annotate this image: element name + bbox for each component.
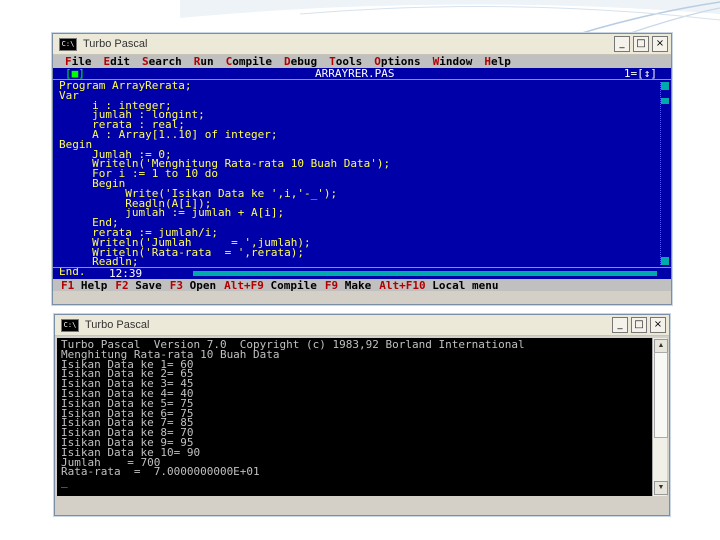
status-help[interactable]: F1 Help — [61, 279, 107, 292]
code-line: Writeln('Rata-rata = ',rerata); — [59, 245, 305, 259]
menu-run[interactable]: Run — [194, 55, 214, 68]
code-area[interactable]: Program ArrayRerata; Var i : integer; ju… — [59, 79, 657, 277]
console-vertical-scrollbar[interactable]: ▲ ▼ — [652, 338, 668, 496]
horizontal-scrollbar[interactable] — [193, 271, 657, 276]
status-make[interactable]: F9 Make — [325, 279, 371, 292]
editor-titlebar[interactable]: C:\ Turbo Pascal _ □ × — [53, 34, 671, 55]
editor-close-box[interactable]: [■] — [65, 68, 85, 79]
menu-search[interactable]: Search — [142, 55, 182, 68]
scroll-down-arrow-icon[interactable] — [661, 257, 669, 265]
status-compile[interactable]: Alt+F9 Compile — [224, 279, 317, 292]
menu-debug[interactable]: Debug — [284, 55, 317, 68]
code-line: Readln; — [59, 255, 139, 269]
editor-frame-bottom: 12:39 — [53, 267, 671, 279]
editor-window-title: Turbo Pascal — [83, 38, 148, 50]
status-local-menu[interactable]: Alt+F10 Local menu — [379, 279, 498, 292]
menu-edit[interactable]: Edit — [104, 55, 131, 68]
file-name: ARRAYRER.PAS — [313, 67, 397, 80]
cursor-position: 12:39 — [109, 267, 143, 280]
close-button[interactable]: × — [650, 317, 666, 333]
close-button[interactable]: × — [652, 36, 668, 52]
window-number[interactable]: 1=[↕] — [624, 68, 657, 79]
code-line: jumlah := jumlah + A[i]; — [59, 206, 285, 220]
menu-compile[interactable]: Compile — [226, 55, 272, 68]
minimize-button[interactable]: _ — [612, 317, 628, 333]
status-bar: F1 Help F2 Save F3 Open Alt+F9 Compile F… — [53, 279, 671, 292]
code-line: Program ArrayRerata; — [59, 79, 192, 92]
code-line: A : Array[1..10] of integer; — [59, 127, 278, 141]
status-open[interactable]: F3 Open — [170, 279, 216, 292]
output-titlebar[interactable]: C:\ Turbo Pascal _ □ × — [55, 315, 669, 336]
scroll-up-arrow-icon[interactable] — [661, 82, 669, 90]
console-line: Rata-rata = 7.0000000000E+01 — [61, 465, 260, 479]
scroll-up-arrow-icon[interactable]: ▲ — [654, 339, 668, 353]
editor-vertical-scrollbar[interactable] — [660, 82, 669, 265]
console-cursor: _ — [61, 475, 68, 489]
scroll-down-arrow-icon[interactable]: ▼ — [654, 481, 668, 495]
scroll-thumb[interactable] — [654, 352, 668, 438]
console-text: Turbo Pascal Version 7.0 Copyright (c) 1… — [61, 339, 651, 489]
status-save[interactable]: F2 Save — [115, 279, 161, 292]
code-line: For i := 1 to 10 do — [59, 167, 218, 181]
maximize-button[interactable]: □ — [631, 317, 647, 333]
editor-window: C:\ Turbo Pascal _ □ × File Edit Search … — [52, 33, 672, 305]
output-window: C:\ Turbo Pascal _ □ × Turbo Pascal Vers… — [54, 314, 670, 516]
output-window-title: Turbo Pascal — [85, 319, 150, 331]
code-editor[interactable]: [■] ARRAYRER.PAS 1=[↕] Program ArrayRera… — [53, 68, 671, 279]
scroll-thumb[interactable] — [661, 98, 669, 104]
menu-help[interactable]: Help — [484, 55, 511, 68]
app-icon: C:\ — [59, 37, 77, 51]
console-output[interactable]: Turbo Pascal Version 7.0 Copyright (c) 1… — [57, 338, 668, 496]
minimize-button[interactable]: _ — [614, 36, 630, 52]
app-icon: C:\ — [61, 318, 79, 332]
maximize-button[interactable]: □ — [633, 36, 649, 52]
menu-window[interactable]: Window — [433, 55, 473, 68]
